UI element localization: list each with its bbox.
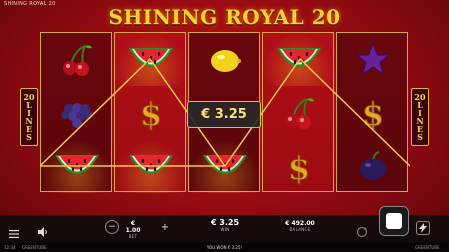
grapes-icon bbox=[61, 102, 93, 128]
menu-icon bbox=[9, 230, 19, 238]
win-label: WIN bbox=[220, 227, 230, 232]
watermelon-icon bbox=[55, 154, 99, 174]
svg-text:$: $ bbox=[362, 95, 384, 133]
reel-cell-dollar: $ bbox=[337, 86, 409, 139]
reel-2: $ bbox=[114, 32, 187, 193]
reel-5: $ bbox=[336, 32, 408, 192]
sound-button[interactable] bbox=[38, 222, 48, 241]
menu-button[interactable] bbox=[9, 223, 19, 242]
reel-cell-lemon bbox=[189, 33, 261, 86]
win-display: € 3.25 WIN bbox=[210, 218, 240, 232]
stop-icon bbox=[386, 213, 402, 229]
cherry-icon bbox=[63, 44, 92, 76]
balance-label: BALANCE bbox=[289, 227, 311, 232]
reel-cell-cherry bbox=[41, 33, 113, 86]
watermelon-icon bbox=[129, 47, 173, 67]
autoplay-button[interactable] bbox=[356, 223, 368, 242]
reel-cell-dollar: $ bbox=[115, 86, 187, 139]
reel-cell-cherry bbox=[263, 86, 335, 139]
footer-bar: 12:34 GREENTUBE YOU WON € 3.25! GREENTUB… bbox=[0, 243, 449, 252]
plum-icon bbox=[360, 150, 386, 180]
lines-badge-letter: S bbox=[26, 132, 32, 142]
lines-badge-right: 20 L I N E S bbox=[411, 88, 429, 146]
lines-badge-letter: S bbox=[417, 132, 423, 142]
balance-display: € 492.00 BALANCE bbox=[283, 220, 317, 232]
reel-cell-watermelon bbox=[115, 33, 187, 86]
dollar-sign-icon: $ bbox=[361, 94, 384, 133]
star-icon bbox=[355, 42, 391, 75]
watermelon-icon bbox=[203, 154, 247, 174]
reel-cell-watermelon bbox=[115, 140, 187, 193]
bet-decrease-button[interactable]: − bbox=[105, 220, 119, 234]
turbo-button[interactable] bbox=[416, 221, 430, 235]
svg-text:$: $ bbox=[140, 95, 162, 133]
win-value: € 3.25 bbox=[210, 218, 240, 227]
dollar-sign-icon: $ bbox=[139, 94, 162, 133]
game-logo: SHINING ROYAL 20 bbox=[108, 5, 341, 29]
bet-value: € 1.00 bbox=[125, 220, 141, 234]
spin-button[interactable] bbox=[379, 206, 409, 236]
watermelon-icon bbox=[277, 47, 321, 67]
reel-cell-plum bbox=[337, 140, 409, 193]
reel-cell-star bbox=[337, 33, 409, 86]
bet-increase-button[interactable]: + bbox=[158, 220, 172, 234]
win-message: YOU WON € 3.25! bbox=[206, 245, 243, 250]
cherry-icon bbox=[285, 97, 314, 129]
speaker-icon bbox=[38, 227, 47, 237]
bet-display: € 1.00 BET bbox=[123, 220, 143, 239]
bet-label: BET bbox=[128, 234, 138, 239]
reel-1 bbox=[40, 32, 113, 193]
svg-text:$: $ bbox=[288, 149, 310, 187]
lightning-icon bbox=[419, 223, 427, 233]
lemon-icon bbox=[211, 49, 241, 72]
reel-cell-watermelon bbox=[189, 140, 261, 193]
provider-logo-right: GREENTUBE bbox=[415, 245, 440, 250]
reel-cell-watermelon bbox=[263, 33, 335, 86]
dollar-sign-icon: $ bbox=[287, 148, 310, 187]
lines-badge-left: 20 L I N E S bbox=[20, 88, 38, 146]
reel-cell-watermelon bbox=[41, 140, 113, 193]
reel-cell-grapes bbox=[41, 86, 113, 139]
watermelon-icon bbox=[129, 154, 173, 174]
reel-cell-dollar: $ bbox=[263, 140, 335, 193]
refresh-icon bbox=[356, 226, 368, 238]
balance-value: € 492.00 bbox=[285, 220, 315, 227]
reel-4: $ bbox=[262, 32, 335, 193]
win-amount-popup: € 3.25 bbox=[187, 101, 261, 128]
